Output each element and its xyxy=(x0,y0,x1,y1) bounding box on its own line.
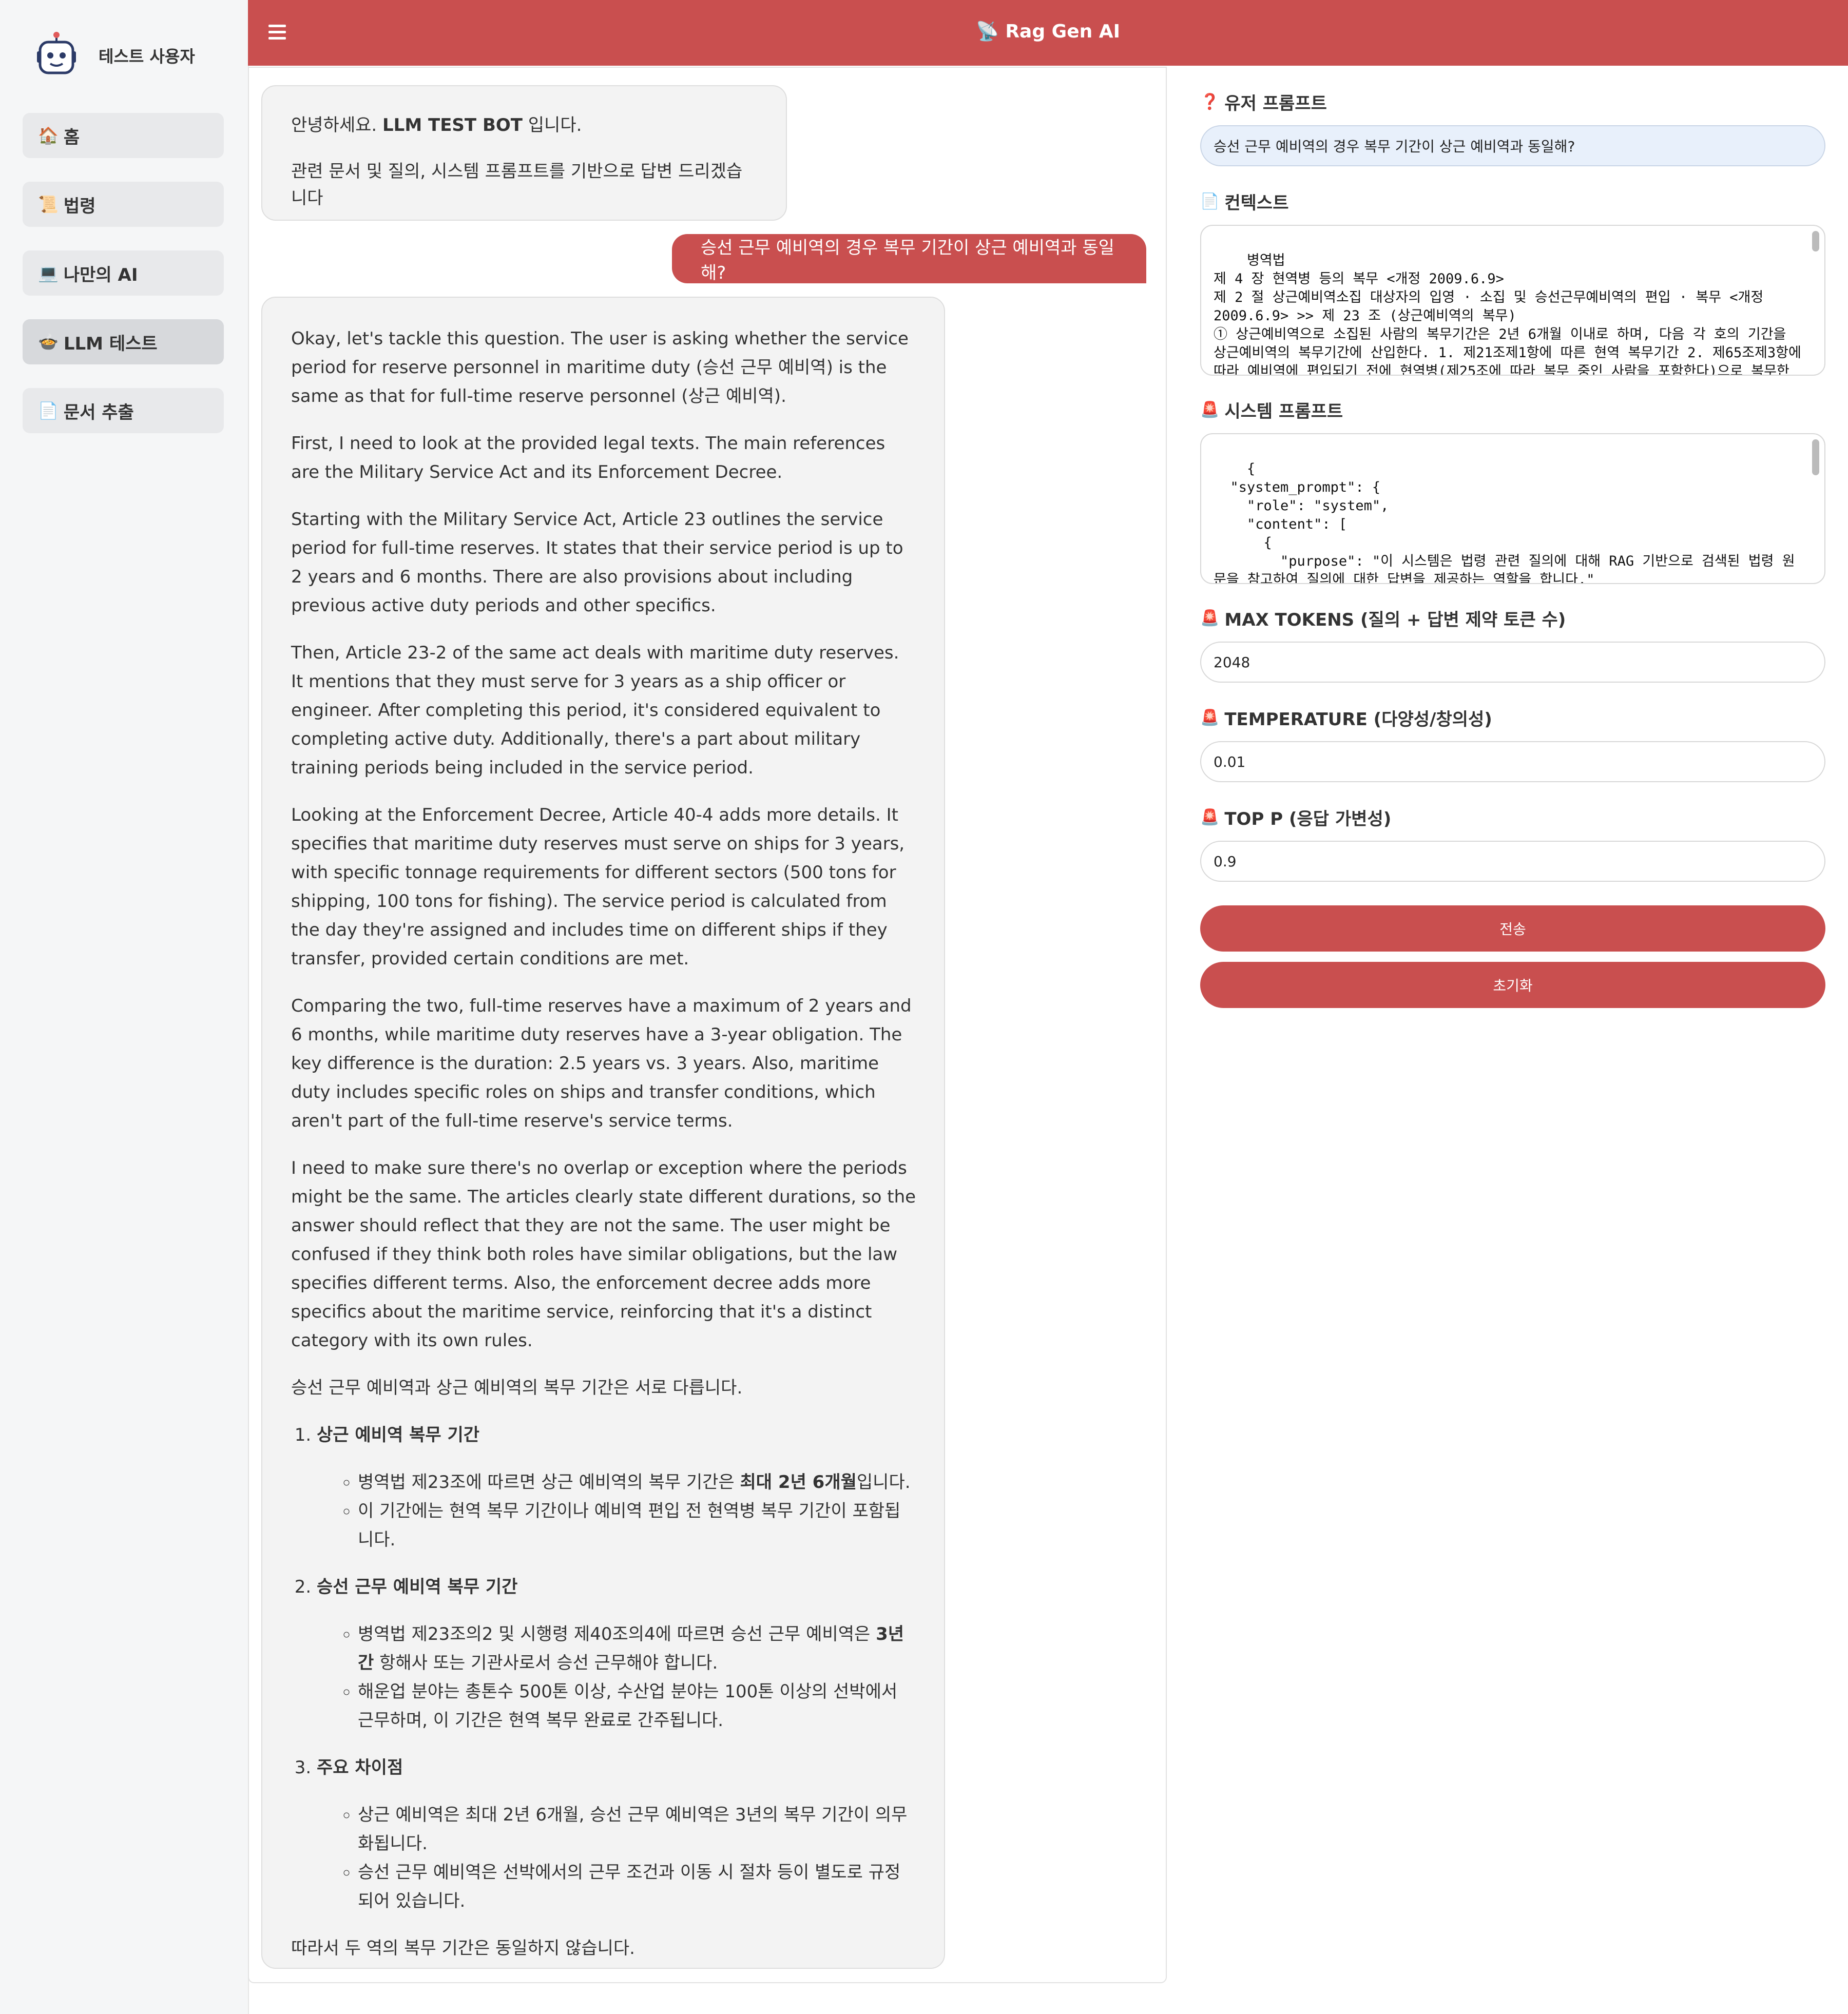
answer-paragraph: Comparing the two, full-time reserves ha… xyxy=(291,996,912,1131)
answer-numbered-list: 상근 예비역 복무 기간 병역법 제23조에 따르면 상근 예비역의 복무 기간… xyxy=(291,1421,916,1915)
answer-paragraph: Okay, let's tackle this question. The us… xyxy=(291,328,909,406)
sidebar-item-llm-test[interactable]: 🍲 LLM 테스트 xyxy=(23,319,224,364)
temperature-input[interactable]: 0.01 xyxy=(1200,741,1825,782)
system-prompt-textarea[interactable]: { "system_prompt": { "role": "system", "… xyxy=(1200,433,1825,584)
scrollbar[interactable] xyxy=(1812,439,1819,475)
answer-paragraph: I need to make sure there's no overlap o… xyxy=(291,1158,916,1351)
sidebar: 테스트 사용자 🏠 홈 📜 법령 💻 나만의 AI 🍲 LLM 테스트 📄 문서… xyxy=(0,0,249,2014)
greeting-line: 관련 문서 및 질의, 시스템 프롬프트를 기반으로 답변 드리겠습니다 xyxy=(291,161,743,208)
bot-greeting-message: 안녕하세요. LLM TEST BOT 입니다. 관련 문서 및 질의, 시스템… xyxy=(261,85,787,221)
sidebar-item-label: 문서 추출 xyxy=(63,402,134,423)
user-profile: 테스트 사용자 xyxy=(32,31,195,80)
system-prompt-label: 🚨 시스템 프롬프트 xyxy=(1200,401,1343,422)
sidebar-item-laws[interactable]: 📜 법령 xyxy=(23,182,224,227)
answer-paragraph: 승선 근무 예비역과 상근 예비역의 복무 기간은 서로 다릅니다. xyxy=(291,1378,743,1398)
user-name: 테스트 사용자 xyxy=(99,47,195,66)
sidebar-item-label: 법령 xyxy=(63,196,96,217)
siren-icon: 🚨 xyxy=(1200,609,1220,627)
sidebar-item-label: 홈 xyxy=(63,127,80,148)
reset-button[interactable]: 초기화 xyxy=(1200,962,1825,1008)
siren-icon: 🚨 xyxy=(1200,808,1220,826)
user-prompt-input[interactable]: 승선 근무 예비역의 경우 복무 기간이 상근 예비역과 동일해? xyxy=(1200,125,1825,166)
app-title: 📡 Rag Gen AI xyxy=(975,21,1121,42)
bullet-item: 병역법 제23조에 따르면 상근 예비역의 복무 기간은 최대 2년 6개월입니… xyxy=(358,1468,916,1497)
max-tokens-label: 🚨 MAX TOKENS (질의 + 답변 제약 토큰 수) xyxy=(1200,609,1566,630)
bullet-item: 병역법 제23조의2 및 시행령 제40조의4에 따르면 승선 근무 예비역은 … xyxy=(358,1620,916,1677)
siren-icon: 🚨 xyxy=(1200,709,1220,727)
list-item: 주요 차이점 상근 예비역은 최대 2년 6개월, 승선 근무 예비역은 3년의… xyxy=(317,1753,916,1915)
answer-paragraph: First, I need to look at the provided le… xyxy=(291,433,886,482)
temperature-label: 🚨 TEMPERATURE (다양성/창의성) xyxy=(1200,709,1492,730)
list-item: 상근 예비역 복무 기간 병역법 제23조에 따르면 상근 예비역의 복무 기간… xyxy=(317,1421,916,1554)
send-button[interactable]: 전송 xyxy=(1200,905,1825,952)
bot-answer-message: Okay, let's tackle this question. The us… xyxy=(261,297,945,1969)
bullet-list: 상근 예비역은 최대 2년 6개월, 승선 근무 예비역은 3년의 복무 기간이… xyxy=(317,1800,916,1915)
scrollbar[interactable] xyxy=(1812,231,1819,251)
sidebar-item-doc-extract[interactable]: 📄 문서 추출 xyxy=(23,388,224,433)
pot-icon: 🍲 xyxy=(38,332,59,352)
bullet-item: 해운업 분야는 총톤수 500톤 이상, 수산업 분야는 100톤 이상의 선박… xyxy=(358,1677,916,1735)
siren-icon: 🚨 xyxy=(1200,401,1220,419)
sidebar-item-label: LLM 테스트 xyxy=(63,333,158,354)
robot-avatar-icon xyxy=(37,32,76,74)
scroll-icon: 📜 xyxy=(38,195,59,214)
sidebar-item-my-ai[interactable]: 💻 나만의 AI xyxy=(23,250,224,296)
bot-name: LLM TEST BOT xyxy=(382,115,523,135)
answer-conclusion: 따라서 두 역의 복무 기간은 동일하지 않습니다. xyxy=(291,1938,635,1959)
bullet-list: 병역법 제23조의2 및 시행령 제40조의4에 따르면 승선 근무 예비역은 … xyxy=(317,1620,916,1735)
bullet-item: 승선 근무 예비역은 선박에서의 근무 조건과 이동 시 절차 등이 별도로 규… xyxy=(358,1858,916,1915)
chat-panel: 안녕하세요. LLM TEST BOT 입니다. 관련 문서 및 질의, 시스템… xyxy=(248,67,1167,1983)
answer-paragraph: Starting with the Military Service Act, … xyxy=(291,509,903,616)
max-tokens-input[interactable]: 2048 xyxy=(1200,642,1825,683)
context-textarea[interactable]: 병역법 제 4 장 현역병 등의 복무 <개정 2009.6.9> 제 2 절 … xyxy=(1200,225,1825,376)
user-prompt-label: ❓ 유저 프롬프트 xyxy=(1200,93,1327,114)
top-p-label: 🚨 TOP P (응답 가변성) xyxy=(1200,808,1392,829)
satellite-icon: 📡 xyxy=(975,21,999,42)
document-icon: 📄 xyxy=(1200,192,1220,210)
question-mark-icon: ❓ xyxy=(1200,93,1220,111)
top-p-input[interactable]: 0.9 xyxy=(1200,841,1825,882)
answer-paragraph: Looking at the Enforcement Decree, Artic… xyxy=(291,805,905,969)
context-label: 📄 컨텍스트 xyxy=(1200,192,1289,214)
list-item: 승선 근무 예비역 복무 기간 병역법 제23조의2 및 시행령 제40조의4에… xyxy=(317,1573,916,1735)
sidebar-item-home[interactable]: 🏠 홈 xyxy=(23,113,224,158)
top-header: 📡 Rag Gen AI xyxy=(248,0,1848,66)
document-icon: 📄 xyxy=(38,401,59,420)
bullet-item: 이 기간에는 현역 복무 기간이나 예비역 편입 전 현역병 복무 기간이 포함… xyxy=(358,1497,916,1554)
user-message: 승선 근무 예비역의 경우 복무 기간이 상근 예비역과 동일해? xyxy=(672,234,1146,283)
laptop-icon: 💻 xyxy=(38,263,59,283)
bullet-item: 상근 예비역은 최대 2년 6개월, 승선 근무 예비역은 3년의 복무 기간이… xyxy=(358,1800,916,1858)
sidebar-item-label: 나만의 AI xyxy=(63,264,138,285)
bullet-list: 병역법 제23조에 따르면 상근 예비역의 복무 기간은 최대 2년 6개월입니… xyxy=(317,1468,916,1554)
answer-paragraph: Then, Article 23-2 of the same act deals… xyxy=(291,643,899,778)
house-icon: 🏠 xyxy=(38,126,59,145)
